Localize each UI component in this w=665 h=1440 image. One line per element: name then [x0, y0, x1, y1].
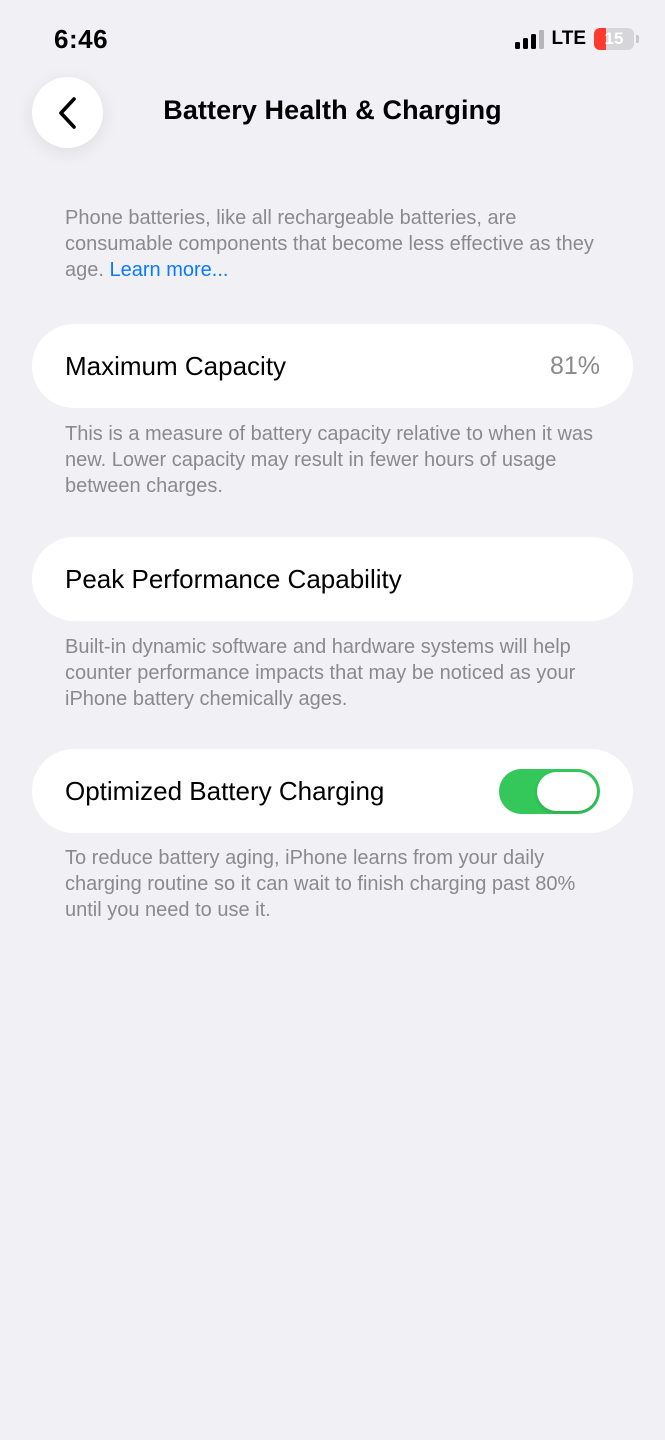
- peak-performance-label: Peak Performance Capability: [65, 563, 402, 594]
- toggle-knob: [537, 771, 597, 811]
- max-capacity-label: Maximum Capacity: [65, 350, 287, 381]
- battery-nub: [636, 35, 639, 43]
- learn-more-link[interactable]: Learn more...: [109, 259, 228, 281]
- optimized-charging-row: Optimized Battery Charging: [32, 749, 633, 833]
- max-capacity-value: 81%: [549, 351, 600, 380]
- peak-performance-description: Built-in dynamic software and hardware s…: [65, 636, 576, 710]
- optimized-charging-toggle[interactable]: [499, 768, 600, 814]
- peak-performance-row: Peak Performance Capability: [32, 537, 633, 621]
- network-type: LTE: [551, 28, 586, 49]
- status-time: 6:46: [54, 24, 109, 54]
- page-title: Battery Health & Charging: [163, 95, 502, 125]
- max-capacity-row: Maximum Capacity 81%: [32, 324, 633, 408]
- max-capacity-description: This is a measure of battery capacity re…: [65, 423, 594, 497]
- status-indicators: LTE 15: [514, 28, 639, 50]
- battery-level: 15: [604, 29, 624, 48]
- optimized-charging-description: To reduce battery aging, iPhone learns f…: [65, 847, 576, 921]
- optimized-charging-label: Optimized Battery Charging: [65, 775, 385, 806]
- cellular-signal-icon: [514, 29, 544, 49]
- battery-icon: 15: [594, 28, 634, 50]
- intro-text: Phone batteries, like all rechargeable b…: [65, 205, 610, 283]
- status-bar: 6:46 LTE 15: [0, 0, 665, 80]
